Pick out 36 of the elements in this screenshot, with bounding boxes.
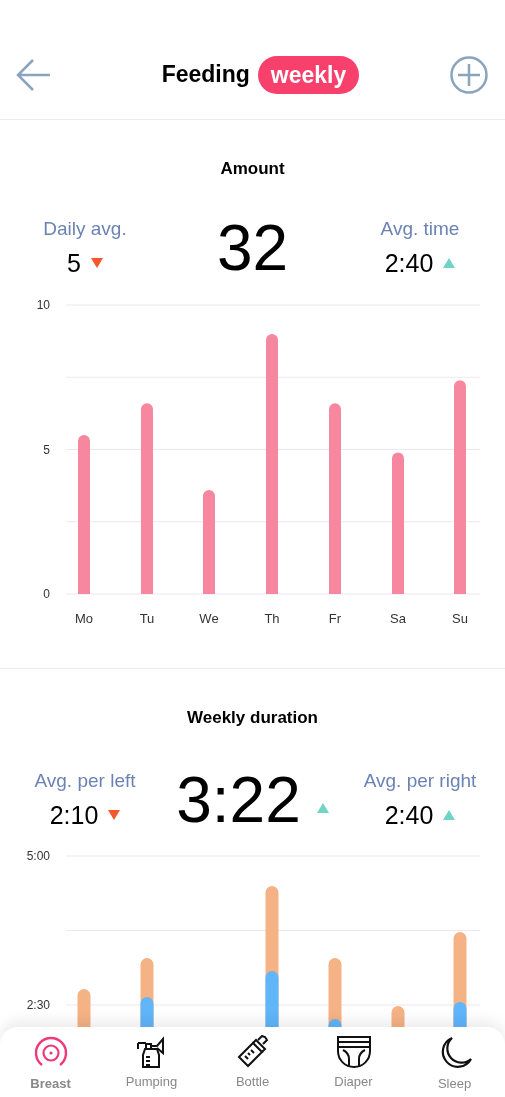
stat-label: Avg. time [380, 218, 460, 240]
stat-label: Daily avg. [43, 218, 127, 240]
axis-tick-label: Th [264, 611, 280, 626]
axis-tick-label: 5 [43, 442, 50, 457]
period-badge[interactable]: weekly [257, 55, 360, 94]
back-icon[interactable] [16, 58, 52, 91]
stat-label: Avg. per left [34, 770, 136, 792]
stat-value: 2:40 [384, 800, 434, 830]
axis-tick-label: Mo [74, 611, 94, 626]
nav-tab[interactable]: Pumping [101, 1027, 202, 1097]
total-value: 32 [216, 213, 289, 283]
axis-tick-label: 2:30 [26, 998, 50, 1012]
section-title: Amount [220, 159, 285, 178]
stat-label: Avg. per right [363, 770, 477, 792]
stat-value: 2:10 [49, 800, 99, 830]
axis-tick-label: Sa [390, 611, 406, 626]
total-value: 3:22 [176, 765, 301, 835]
nav-tab[interactable]: Bottle [202, 1027, 303, 1097]
axis-tick-label: We [199, 611, 219, 626]
nav-tab[interactable]: Diaper [303, 1027, 404, 1097]
axis-tick-label: 5:00 [26, 849, 50, 863]
section-title: Weekly duration [187, 708, 318, 727]
diaper-icon[interactable] [335, 1035, 372, 1069]
nav-tab[interactable]: Breast [0, 1027, 101, 1097]
axis-tick-label: 0 [43, 587, 50, 601]
add-icon[interactable] [449, 54, 489, 95]
nav-tab[interactable]: Sleep [404, 1027, 505, 1097]
stat-value: 5 [67, 248, 81, 278]
bottle-icon[interactable] [235, 1035, 270, 1069]
screen-title: Feeding [161, 60, 250, 90]
stat-value: 2:40 [384, 248, 434, 278]
axis-tick-label: Su [452, 611, 468, 626]
axis-tick-label: 10 [36, 298, 50, 312]
axis-tick-label: Fr [328, 611, 342, 626]
axis-tick-label: Tu [139, 611, 155, 626]
bar [391, 1006, 405, 1030]
